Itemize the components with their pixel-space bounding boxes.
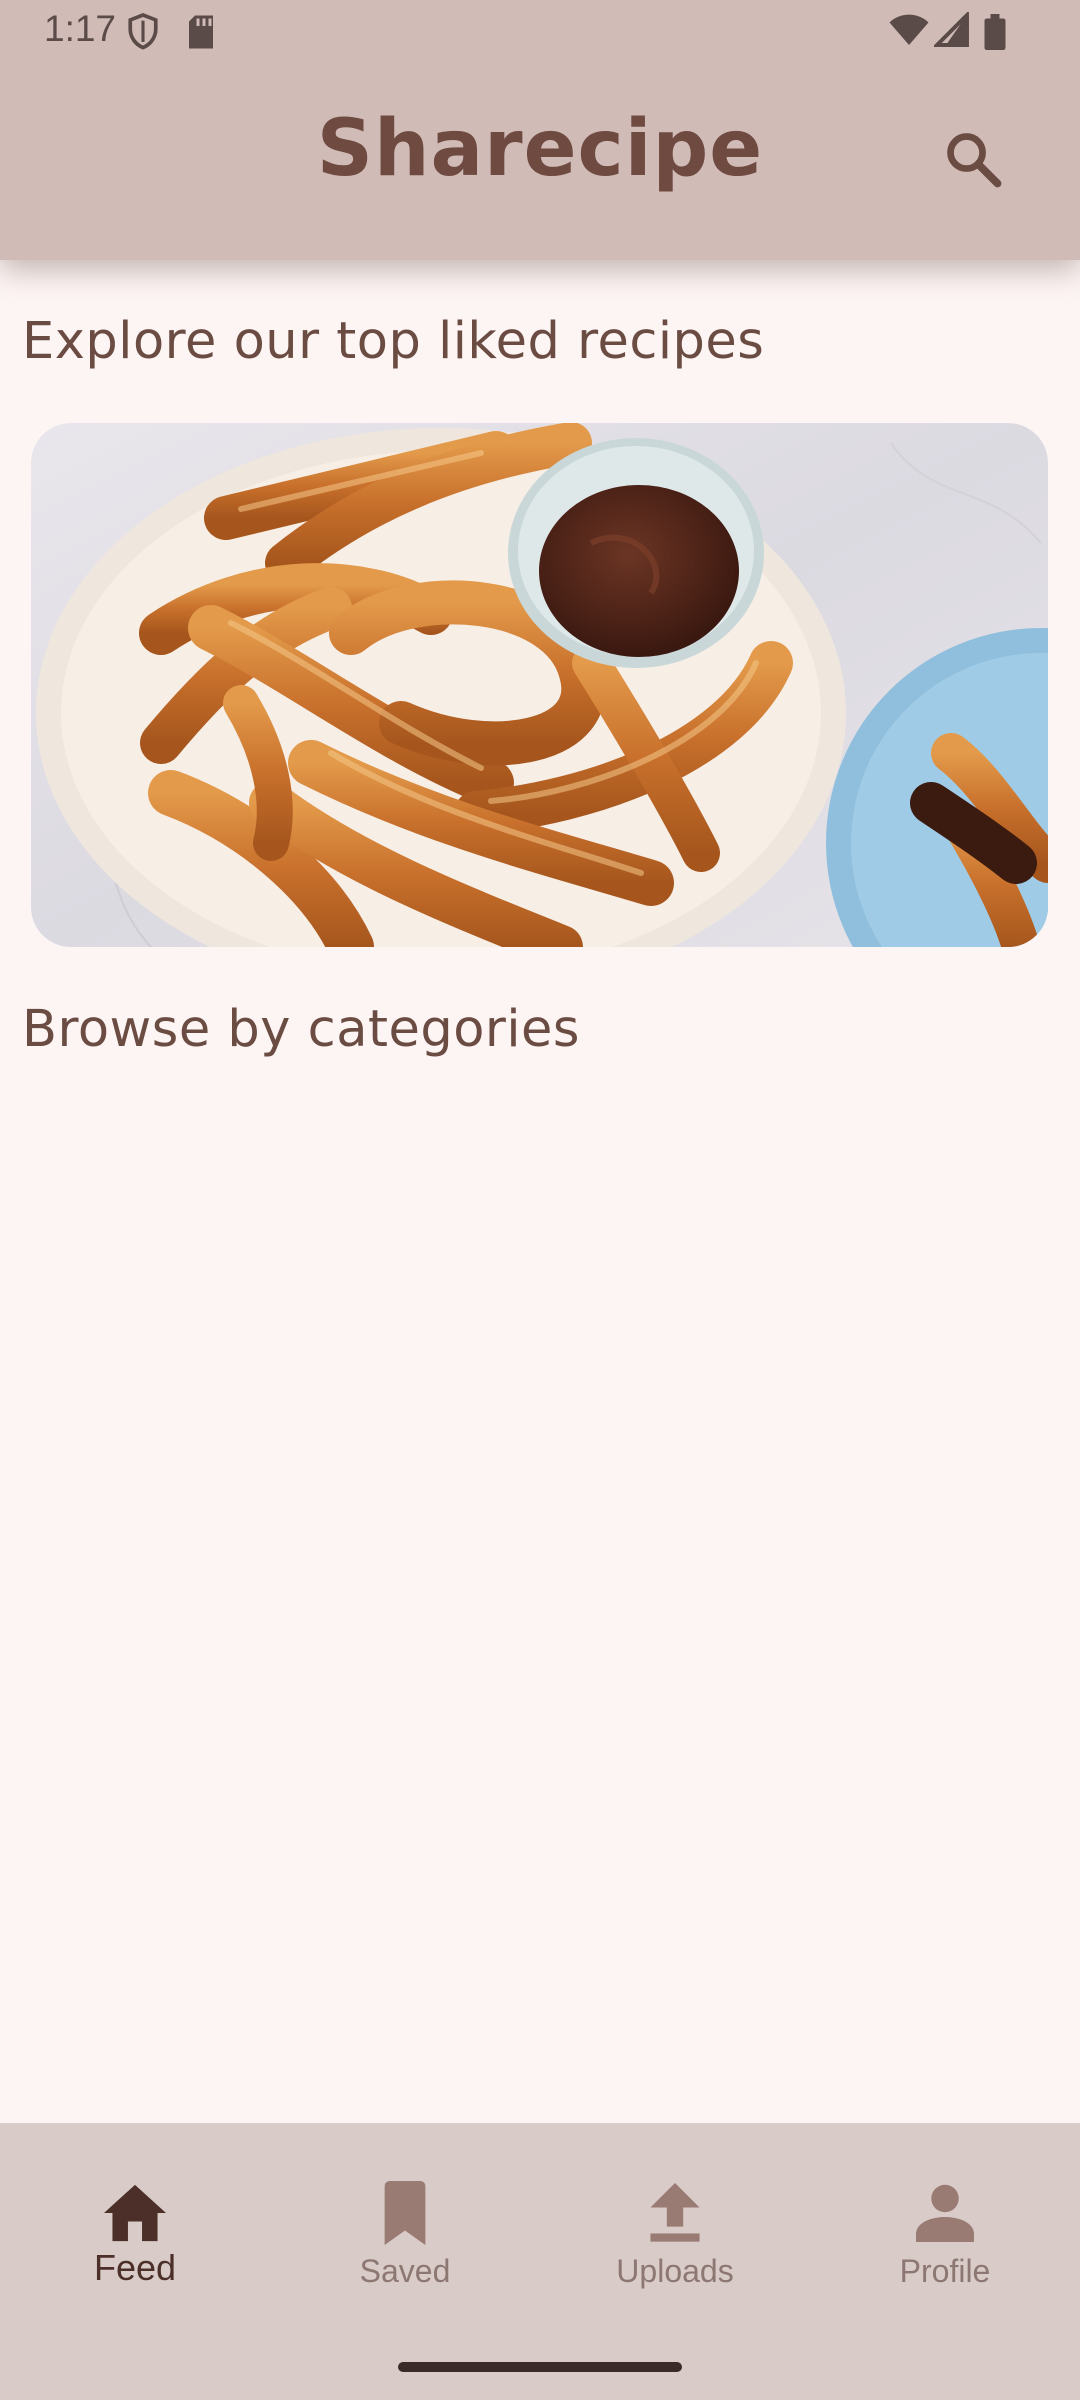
nav-saved-label: Saved [359,2253,451,2289]
status-time: 1:17 [44,8,117,49]
app-bar: 1:17 Sharecipe [0,0,1080,260]
nav-feed-label: Feed [93,2247,177,2288]
battery-icon [984,14,1006,55]
app-title: Sharecipe [316,104,764,194]
bookmark-icon [270,2173,540,2253]
nav-profile-label: Profile [899,2253,991,2289]
featured-recipe-card[interactable] [31,423,1048,947]
nav-saved[interactable]: Saved [270,2123,540,2353]
home-icon [0,2173,270,2253]
top-liked-heading: Explore our top liked recipes [22,312,765,371]
home-indicator[interactable] [398,2362,682,2372]
upload-icon [540,2173,810,2253]
bottom-navigation: Feed Saved Uploads Profile [0,2123,1080,2400]
status-bar: 1:17 [0,0,1080,64]
search-button[interactable] [938,126,1008,196]
search-icon [942,128,1004,195]
shield-icon [126,12,160,57]
sd-card-icon [186,14,216,55]
nav-uploads[interactable]: Uploads [540,2123,810,2353]
featured-recipe-image [31,423,1048,947]
nav-uploads-label: Uploads [616,2253,734,2289]
person-icon [810,2173,1080,2253]
signal-icon [932,10,970,53]
wifi-icon [888,12,930,53]
categories-heading: Browse by categories [22,1000,581,1059]
nav-profile[interactable]: Profile [810,2123,1080,2353]
nav-feed[interactable]: Feed [0,2123,270,2353]
